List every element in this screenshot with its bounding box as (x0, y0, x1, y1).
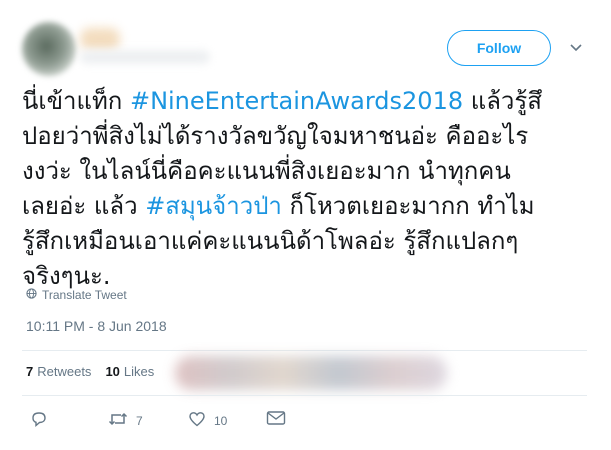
retweets-label: Retweets (37, 364, 92, 379)
reply-button[interactable] (30, 410, 48, 431)
direct-message-button[interactable] (266, 410, 286, 429)
mail-icon (266, 410, 286, 429)
hashtag-link[interactable]: #สมุนจ้าวป่า (145, 192, 282, 220)
divider (22, 395, 587, 396)
heart-icon (188, 410, 206, 431)
likes-count: 10 (105, 364, 120, 379)
retweet-icon (108, 410, 128, 431)
retweet-button[interactable]: 7 (108, 410, 143, 431)
follow-button[interactable]: Follow (447, 30, 551, 66)
avatar[interactable] (22, 22, 76, 76)
like-count: 10 (214, 413, 228, 428)
tweet-timestamp[interactable]: 10:11 PM - 8 Jun 2018 (26, 318, 167, 334)
chevron-down-icon[interactable] (566, 38, 586, 58)
liker-avatars-blurred[interactable] (175, 356, 447, 390)
retweets-count: 7 (26, 364, 34, 379)
retweet-count: 7 (136, 413, 143, 428)
reply-icon (30, 410, 48, 431)
tweet-stats: 7 Retweets 10 Likes (26, 364, 154, 379)
translate-tweet-link[interactable]: Translate Tweet (26, 288, 127, 302)
likes-label: Likes (123, 364, 155, 379)
author-name-blurred[interactable] (80, 28, 120, 50)
author-handle-blurred (80, 50, 210, 64)
tweet-text: นี่เข้าแท็ก #NineEntertainAwards2018 แล้… (22, 84, 587, 294)
hashtag-link[interactable]: #NineEntertainAwards2018 (130, 87, 463, 115)
divider (22, 350, 587, 351)
likes-stat[interactable]: 10 Likes (105, 364, 154, 379)
tweet-text-segment: นี่เข้าแท็ก (22, 87, 130, 115)
globe-icon (26, 288, 37, 302)
retweets-stat[interactable]: 7 Retweets (26, 364, 91, 379)
like-button[interactable]: 10 (188, 410, 227, 431)
translate-tweet-label: Translate Tweet (42, 288, 127, 302)
